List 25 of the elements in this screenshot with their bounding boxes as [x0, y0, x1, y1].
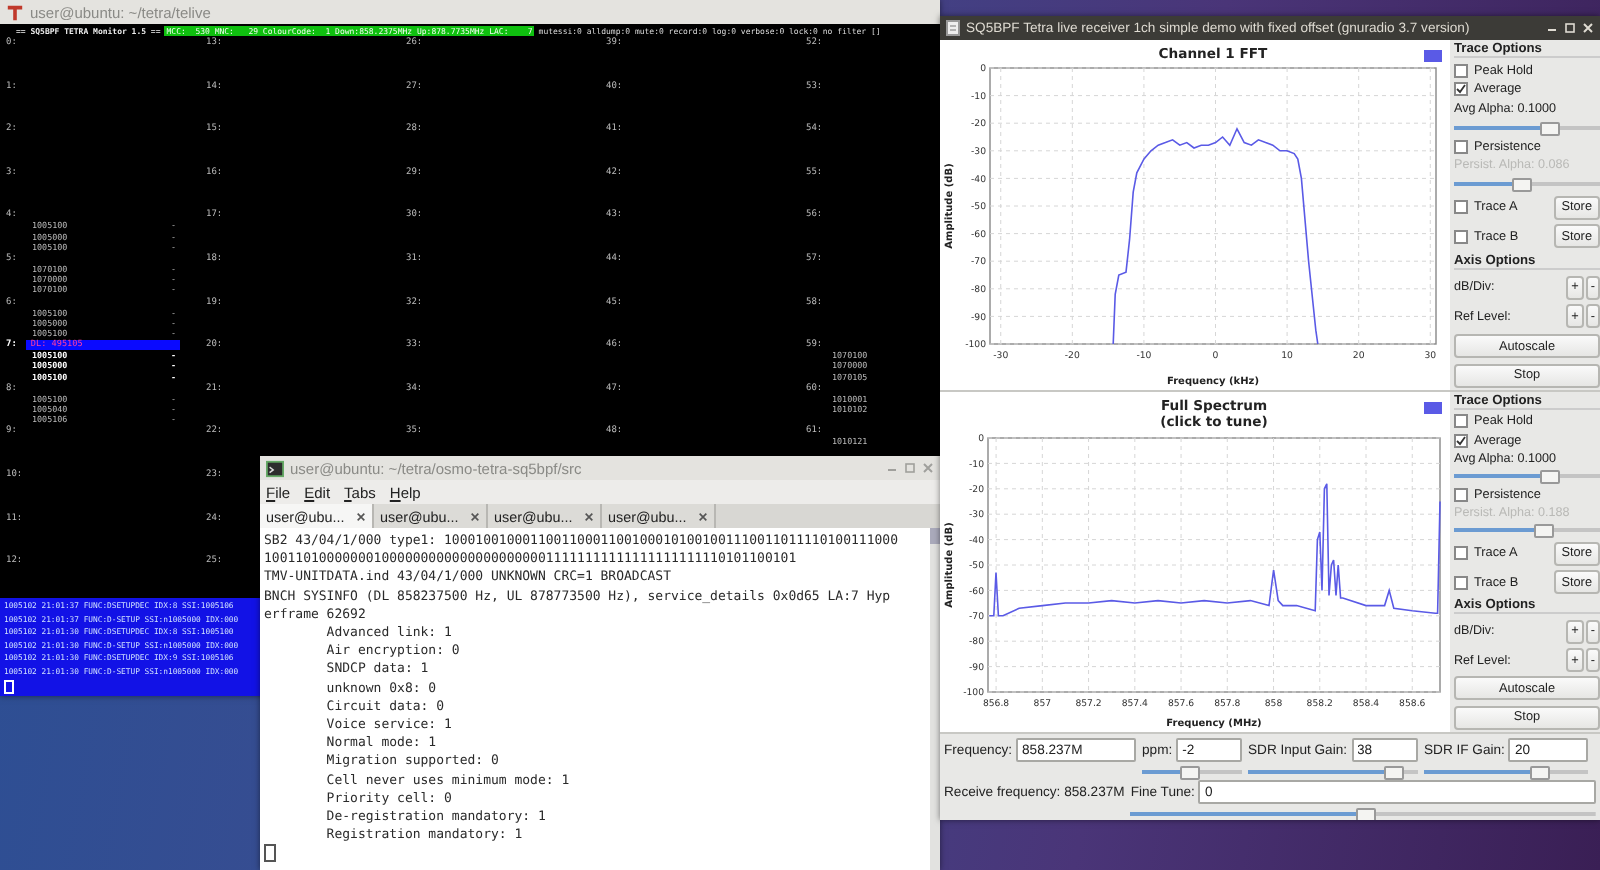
close-icon[interactable] [698, 511, 708, 521]
slider-thumb[interactable] [1530, 766, 1551, 780]
legend-swatch [1424, 50, 1442, 62]
close-icon[interactable] [356, 511, 366, 521]
slider[interactable] [1454, 177, 1600, 190]
app-icon [946, 20, 960, 36]
slider-thumb[interactable] [1355, 808, 1376, 820]
legend-swatch [1424, 402, 1442, 414]
slider-thumb[interactable] [1384, 766, 1405, 780]
slider-thumb[interactable] [1179, 766, 1200, 780]
close-icon[interactable] [470, 511, 480, 521]
slider-thumb[interactable] [1540, 470, 1561, 485]
slider-thumb[interactable] [1540, 121, 1561, 136]
app-icon [6, 3, 24, 21]
text-cursor [4, 679, 14, 694]
slider[interactable] [1454, 470, 1600, 483]
checkmark-icon [1456, 435, 1466, 446]
text-cursor [264, 844, 276, 863]
slider[interactable] [1454, 524, 1600, 537]
slider-thumb[interactable] [1511, 177, 1532, 192]
scrollbar[interactable] [930, 528, 940, 870]
slider[interactable] [1454, 121, 1600, 134]
close-icon[interactable] [584, 511, 594, 521]
checkmark-icon [1456, 84, 1466, 95]
slider-thumb[interactable] [1533, 524, 1554, 539]
